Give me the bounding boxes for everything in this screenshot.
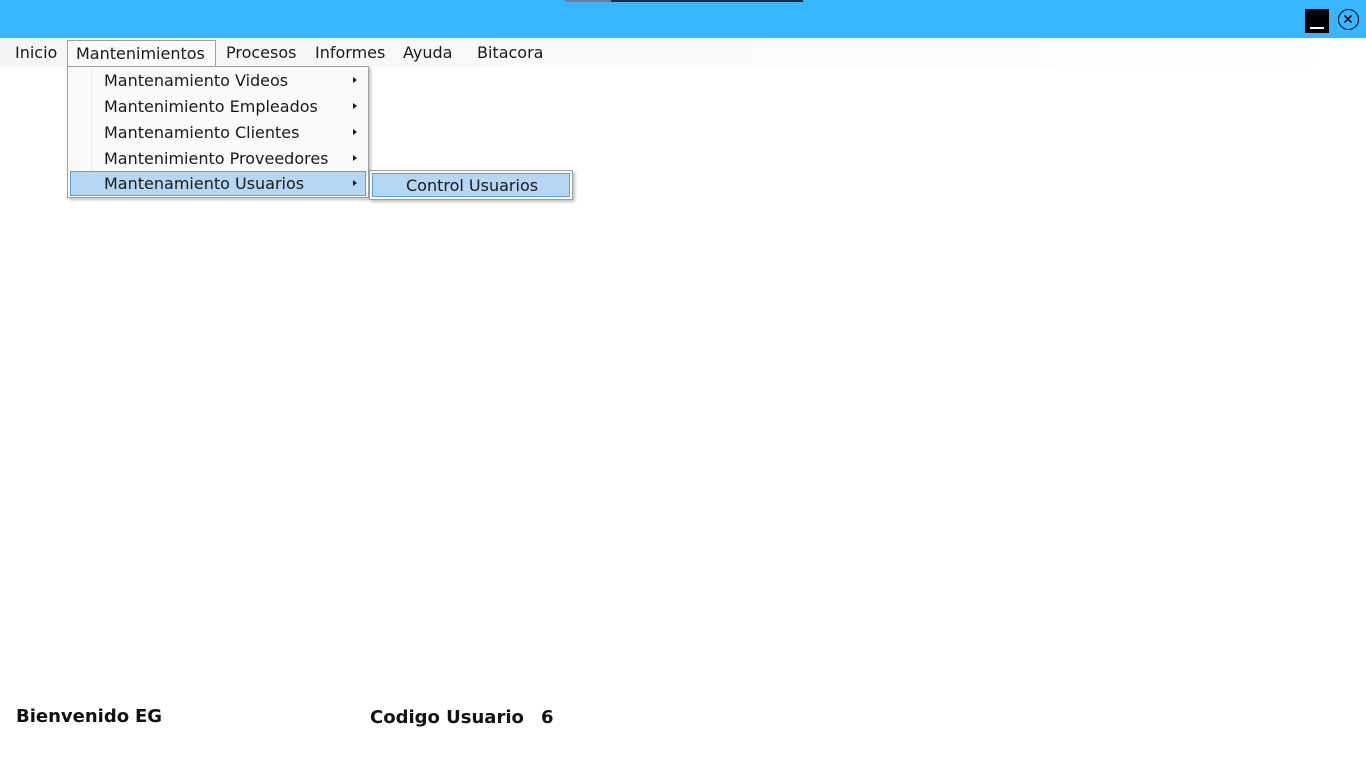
menu-ayuda[interactable]: Ayuda [395, 41, 460, 64]
submenu-arrow-icon [353, 180, 357, 186]
menu-item-empleados[interactable]: Mantenimiento Empleados [70, 94, 366, 119]
title-accent [565, 0, 803, 2]
submenu-arrow-icon [353, 129, 357, 135]
close-button[interactable] [1338, 9, 1359, 30]
menu-item-control-usuarios[interactable]: Control Usuarios [372, 173, 570, 197]
menu-item-label: Mantenamiento Clientes [104, 123, 300, 142]
title-bar [0, 0, 1366, 38]
menu-item-usuarios[interactable]: Mantenamiento Usuarios [70, 171, 366, 196]
menu-item-proveedores[interactable]: Mantenimiento Proveedores [70, 146, 366, 171]
close-icon [1343, 14, 1353, 24]
submenu-arrow-icon [353, 155, 357, 161]
usuarios-submenu: Control Usuarios [369, 170, 573, 200]
menu-bar: Inicio Mantenimientos Procesos Informes … [0, 38, 1366, 67]
welcome-label: Bienvenido [16, 706, 130, 727]
menu-bitacora[interactable]: Bitacora [469, 41, 551, 64]
menu-item-label: Mantenimiento Empleados [104, 97, 318, 116]
mantenimientos-dropdown: Mantenamiento Videos Mantenimiento Emple… [67, 66, 369, 198]
minimize-button[interactable] [1305, 9, 1329, 33]
menu-item-clientes[interactable]: Mantenamiento Clientes [70, 120, 366, 145]
menu-item-label: Mantenamiento Usuarios [104, 174, 305, 193]
user-name: EG [135, 706, 163, 727]
menu-item-label: Control Usuarios [406, 176, 539, 195]
user-code-value: 6 [541, 707, 554, 728]
menu-inicio[interactable]: Inicio [7, 41, 65, 64]
user-code-label: Codigo Usuario [370, 707, 524, 728]
menu-mantenimientos[interactable]: Mantenimientos [67, 40, 216, 67]
menu-item-label: Mantenamiento Videos [104, 71, 289, 90]
menu-informes[interactable]: Informes [307, 41, 393, 64]
submenu-arrow-icon [353, 77, 357, 83]
minimize-icon [1310, 27, 1324, 29]
menu-item-videos[interactable]: Mantenamiento Videos [70, 68, 366, 93]
menu-item-label: Mantenimiento Proveedores [104, 149, 329, 168]
submenu-arrow-icon [353, 103, 357, 109]
menu-procesos[interactable]: Procesos [218, 41, 304, 64]
